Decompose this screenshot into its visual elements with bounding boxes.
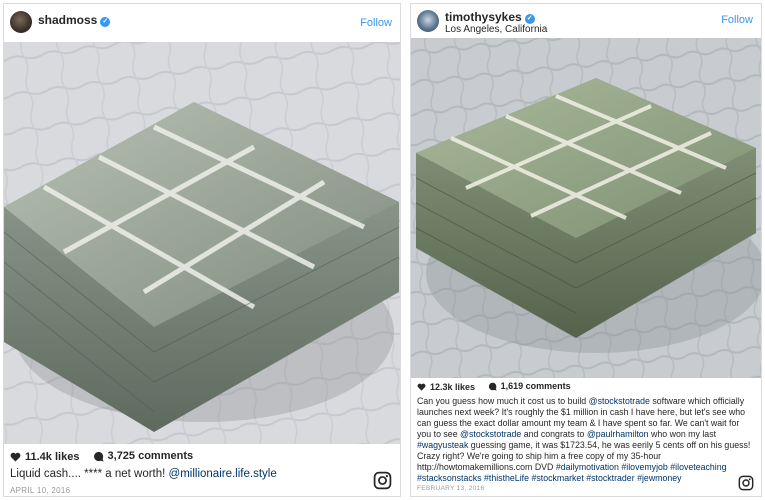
post-photo[interactable] <box>411 38 761 378</box>
post-stats: 12.3k likes 1,619 comments <box>417 381 581 397</box>
likes-count: 11.4k likes <box>25 450 80 463</box>
comments[interactable]: 1,619 comments <box>488 381 571 391</box>
hashtag-link[interactable]: #iloveteaching <box>670 462 726 472</box>
mention-link[interactable]: @stockstotrade <box>589 396 650 406</box>
location-link[interactable]: Los Angeles, California <box>445 24 547 35</box>
hashtag-link[interactable]: #ilovemyjob <box>621 462 667 472</box>
comments[interactable]: 3,725 comments <box>93 450 194 462</box>
caption-text: Can you guess how much it cost us to bui… <box>417 396 589 406</box>
username[interactable]: timothysykes ✓ <box>445 10 535 24</box>
hashtag-link[interactable]: #stocktrader <box>586 473 634 483</box>
avatar[interactable] <box>10 11 32 33</box>
likes[interactable]: 12.3k likes <box>417 382 475 392</box>
post-header: timothysykes ✓ Los Angeles, California Fo… <box>411 4 761 42</box>
post-date: FEBRUARY 13, 2016 <box>417 485 485 492</box>
instagram-post-shadmoss: shadmoss ✓ Follow 11.4k likes 3,725 comm… <box>3 3 401 497</box>
instagram-logo-icon[interactable] <box>738 475 754 491</box>
caption-text: Liquid cash.... **** a net worth! <box>10 468 169 480</box>
hashtag-link[interactable]: #jewmoney <box>637 473 682 483</box>
follow-button[interactable]: Follow <box>360 17 392 29</box>
caption-mention-link[interactable]: @millionaire.life.style <box>169 468 277 480</box>
hashtag-link[interactable]: #dailymotivation <box>556 462 619 472</box>
caption-text: and congrats to <box>521 429 587 439</box>
hashtag-link[interactable]: #thistheLife <box>484 473 529 483</box>
instagram-logo-icon[interactable] <box>373 471 392 490</box>
likes[interactable]: 11.4k likes <box>10 451 79 463</box>
post-photo[interactable] <box>4 42 400 444</box>
comment-icon <box>488 382 497 391</box>
comments-count: 1,619 comments <box>500 381 571 391</box>
verified-badge-icon: ✓ <box>100 17 111 27</box>
comments-count: 3,725 comments <box>107 450 194 462</box>
heart-icon <box>417 383 426 391</box>
caption-text: who won my last <box>648 429 717 439</box>
hashtag-link[interactable]: #stockmarket <box>531 473 583 483</box>
comment-icon <box>93 451 104 462</box>
post-date: APRIL 10, 2016 <box>10 486 71 495</box>
cash-stacks-photo <box>4 42 400 444</box>
hashtag-link[interactable]: #stacksonstacks <box>417 473 482 483</box>
follow-button[interactable]: Follow <box>721 14 753 26</box>
post-caption: Liquid cash.... **** a net worth! @milli… <box>10 468 390 481</box>
post-stats: 11.4k likes 3,725 comments <box>10 450 203 466</box>
hashtag-link[interactable]: #wagyusteak <box>417 440 468 450</box>
post-caption: Can you guess how much it cost us to bui… <box>417 396 755 484</box>
avatar[interactable] <box>417 10 439 32</box>
username[interactable]: shadmoss ✓ <box>38 13 111 27</box>
verified-badge-icon: ✓ <box>524 14 535 24</box>
heart-icon <box>10 452 21 462</box>
post-header: shadmoss ✓ Follow <box>4 4 400 42</box>
likes-count: 12.3k likes <box>430 381 476 392</box>
instagram-post-timothysykes: timothysykes ✓ Los Angeles, California Fo… <box>410 3 762 497</box>
mention-link[interactable]: @stockstotrade <box>460 429 521 439</box>
cash-stacks-photo <box>411 38 761 378</box>
mention-link[interactable]: @paulrhamilton <box>587 429 649 439</box>
